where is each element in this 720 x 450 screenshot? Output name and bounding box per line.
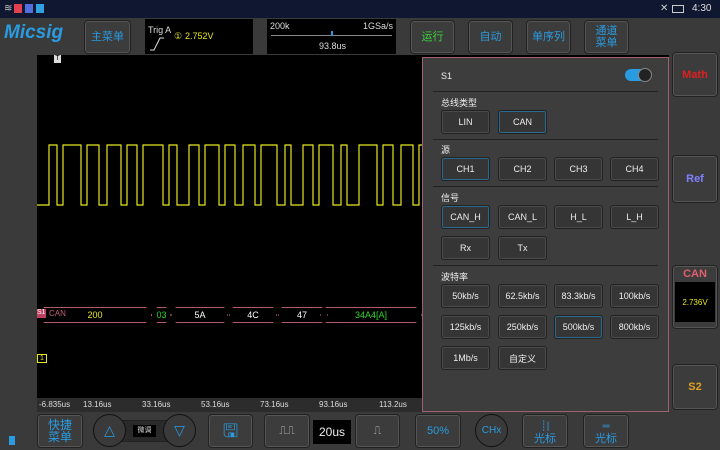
tick-label: 93.16us bbox=[319, 400, 348, 409]
signal-can-l-button[interactable]: CAN_L bbox=[498, 205, 547, 229]
signal-h-l-button[interactable]: H_L bbox=[554, 205, 603, 229]
can-bus-button[interactable]: CAN 2.736V bbox=[672, 265, 718, 329]
timebase-value: 20us bbox=[313, 420, 351, 444]
wifi-icon: ≋ bbox=[4, 3, 13, 14]
baud-option-button[interactable]: 250kb/s bbox=[498, 315, 547, 339]
single-button[interactable]: 单序列 bbox=[526, 20, 571, 54]
baud-option-button[interactable]: 125kb/s bbox=[441, 315, 490, 339]
tick-label: -6.835us bbox=[39, 400, 71, 409]
source-ch1-button[interactable]: CH1 bbox=[441, 157, 490, 181]
trigger-50-percent-button[interactable]: 50% bbox=[415, 414, 461, 448]
memory-depth: 200k bbox=[270, 21, 290, 31]
decode-settings-panel: S1 总线类型 LIN CAN 源 CH1 CH2 CH3 CH4 信号 CAN… bbox=[422, 57, 669, 412]
horizontal-info[interactable]: 200k 1GSa/s 93.8us bbox=[267, 19, 396, 54]
signal-can-h-button[interactable]: CAN_H bbox=[441, 205, 490, 229]
decode-segment: 5A bbox=[170, 307, 230, 323]
can-label: CAN bbox=[683, 268, 707, 280]
horizontal-cursor-button[interactable]: ═ 光标 bbox=[583, 414, 629, 448]
baud-rate-label: 波特率 bbox=[441, 272, 469, 282]
auto-button[interactable]: 自动 bbox=[468, 20, 513, 54]
baud-option-button[interactable]: 500kb/s bbox=[554, 315, 603, 339]
source-ch4-button[interactable]: CH4 bbox=[610, 157, 659, 181]
vertical-cursor-button[interactable]: ┊| 光标 bbox=[522, 414, 568, 448]
save-icon[interactable]: 🖫 bbox=[208, 414, 253, 448]
tick-label: 33.16us bbox=[142, 400, 171, 409]
signal-l-h-button[interactable]: L_H bbox=[610, 205, 659, 229]
trigger-level: 2.752V bbox=[185, 31, 214, 41]
tick-label: 113.2us bbox=[379, 400, 407, 409]
fine-tune-label[interactable]: 微调 bbox=[133, 425, 156, 437]
channel-menu-label: 菜单 bbox=[595, 37, 618, 49]
mute-icon: ✕ bbox=[660, 3, 669, 14]
baud-option-button[interactable]: 62.5kb/s bbox=[498, 284, 547, 308]
tick-label: 13.16us bbox=[83, 400, 112, 409]
trigger-source: ① bbox=[174, 31, 183, 41]
ch1-waveform bbox=[37, 144, 422, 206]
clock: 4:30 bbox=[692, 3, 712, 14]
down-arrow-button[interactable]: ▽ bbox=[163, 414, 196, 447]
baud-option-button[interactable]: 1Mb/s bbox=[441, 346, 490, 370]
app-icon bbox=[25, 4, 33, 13]
signal-label: 信号 bbox=[441, 193, 460, 203]
source-label: 源 bbox=[441, 145, 451, 155]
source-ch3-button[interactable]: CH3 bbox=[554, 157, 603, 181]
status-bar: ≋ ✕ 4:30 bbox=[0, 0, 720, 18]
tick-label: 53.16us bbox=[201, 400, 230, 409]
bus-type-label: 总线类型 bbox=[441, 98, 478, 108]
channel-menu-label: 通道 bbox=[595, 25, 618, 37]
up-arrow-button[interactable]: △ bbox=[93, 414, 126, 447]
battery-indicator-icon bbox=[9, 436, 15, 445]
ref-button[interactable]: Ref bbox=[672, 155, 718, 203]
quick-menu-button[interactable]: 快捷 菜单 bbox=[37, 414, 83, 448]
panel-title: S1 bbox=[441, 71, 453, 81]
s2-button[interactable]: S2 bbox=[672, 364, 718, 410]
horizontal-position: 93.8us bbox=[319, 41, 347, 51]
math-button[interactable]: Math bbox=[672, 52, 718, 97]
battery-icon bbox=[672, 5, 684, 13]
bus-type-can-button[interactable]: CAN bbox=[498, 110, 547, 134]
vertical-cursor-icon: ┊| bbox=[540, 421, 550, 432]
trigger-position-marker: T bbox=[54, 55, 61, 63]
channel-select-button[interactable]: CHx bbox=[475, 414, 508, 447]
cursor-label: 光标 bbox=[534, 433, 556, 445]
app-icon bbox=[36, 4, 44, 13]
source-ch2-button[interactable]: CH2 bbox=[498, 157, 547, 181]
decode-segment: 34A4[A] bbox=[320, 307, 422, 323]
horizontal-cursor-icon: ═ bbox=[602, 421, 610, 432]
timebase-decrease-button[interactable]: ⎍⎍ bbox=[264, 414, 310, 448]
trigger-info[interactable]: Trig A ① 2.752V bbox=[145, 19, 253, 54]
decode-segment: 4C bbox=[227, 307, 279, 323]
baud-option-button[interactable]: 100kb/s bbox=[610, 284, 659, 308]
trigger-label: Trig A bbox=[148, 25, 172, 35]
can-threshold: 2.736V bbox=[675, 282, 715, 322]
brand-logo: Micsig bbox=[4, 22, 64, 43]
decode-segment: 200 bbox=[38, 307, 152, 323]
rising-edge-icon bbox=[150, 37, 164, 51]
run-button[interactable]: 运行 bbox=[410, 20, 455, 54]
baud-option-button[interactable]: 83.3kb/s bbox=[554, 284, 603, 308]
signal-rx-button[interactable]: Rx bbox=[441, 236, 490, 260]
baud-option-button[interactable]: 50kb/s bbox=[441, 284, 490, 308]
cursor-label: 光标 bbox=[595, 433, 617, 445]
main-menu-button[interactable]: 主菜单 bbox=[84, 20, 131, 54]
baud-custom-button[interactable]: 自定义 bbox=[498, 346, 547, 370]
app-icon bbox=[14, 4, 22, 13]
position-marker bbox=[331, 31, 333, 36]
ch1-marker: 1 bbox=[37, 354, 47, 363]
timebase-increase-button[interactable]: ⎍ bbox=[355, 414, 400, 448]
tick-label: 73.16us bbox=[260, 400, 289, 409]
channel-menu-button[interactable]: 通道 菜单 bbox=[584, 20, 629, 54]
baud-option-button[interactable]: 800kb/s bbox=[610, 315, 659, 339]
signal-tx-button[interactable]: Tx bbox=[498, 236, 547, 260]
time-axis: -6.835us 13.16us 33.16us 53.16us 73.16us… bbox=[37, 398, 422, 412]
quick-menu-label: 菜单 bbox=[47, 430, 72, 444]
bus-type-lin-button[interactable]: LIN bbox=[441, 110, 490, 134]
s1-enable-toggle[interactable] bbox=[625, 68, 652, 82]
sample-rate: 1GSa/s bbox=[362, 21, 393, 31]
